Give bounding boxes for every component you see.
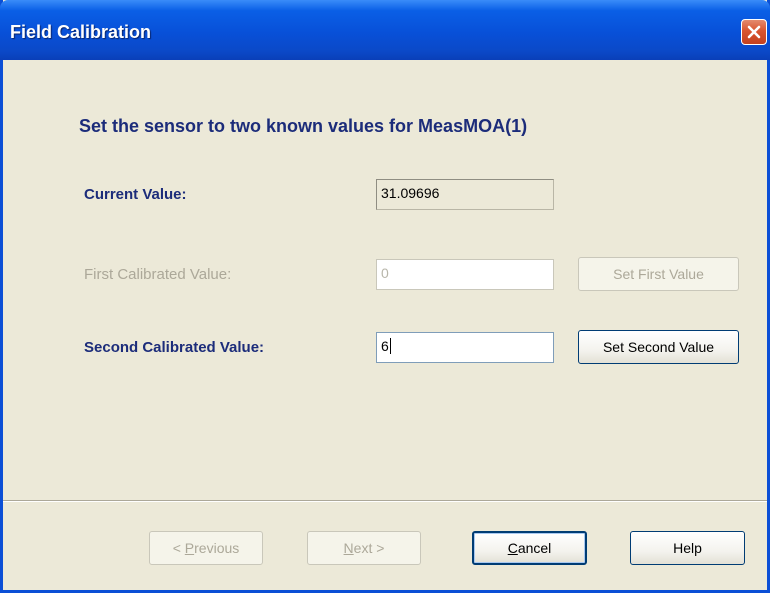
cancel-label: ancel [517, 540, 552, 556]
title-bar[interactable]: Field Calibration [0, 0, 770, 60]
close-icon [747, 25, 761, 39]
previous-arrow: < [172, 540, 185, 556]
set-first-value-button[interactable]: Set First Value [578, 257, 739, 291]
window-title: Field Calibration [10, 22, 152, 42]
footer-separator [3, 500, 767, 502]
second-calibrated-value-input[interactable]: 6 [376, 332, 554, 363]
close-button[interactable] [741, 19, 767, 45]
cancel-accel-key: C [507, 540, 518, 556]
instruction-heading: Set the sensor to two known values for M… [79, 116, 528, 136]
current-value-label: Current Value: [84, 186, 187, 203]
first-calibrated-value-text: 0 [381, 265, 389, 281]
next-label: ext [353, 540, 373, 556]
next-arrow: > [372, 540, 385, 556]
current-value-text: 31.09696 [381, 185, 440, 201]
set-second-value-button[interactable]: Set Second Value [578, 330, 739, 364]
next-button[interactable]: Next > [307, 531, 421, 565]
current-value-field: 31.09696 [376, 179, 554, 210]
text-caret [389, 338, 391, 354]
help-button[interactable]: Help [630, 531, 745, 565]
second-calibrated-value-label: Second Calibrated Value: [84, 339, 265, 356]
first-calibrated-value-label: First Calibrated Value: [84, 266, 232, 283]
previous-accel-key: P [184, 540, 195, 556]
field-calibration-dialog: Field Calibration Set the sensor to two … [0, 0, 770, 593]
previous-button[interactable]: < Previous [149, 531, 263, 565]
first-calibrated-value-input[interactable]: 0 [376, 259, 554, 290]
second-calibrated-value-text: 6 [381, 338, 389, 354]
next-accel-key: N [343, 540, 354, 556]
previous-label: revious [194, 540, 240, 556]
cancel-button[interactable]: Cancel [472, 531, 587, 565]
